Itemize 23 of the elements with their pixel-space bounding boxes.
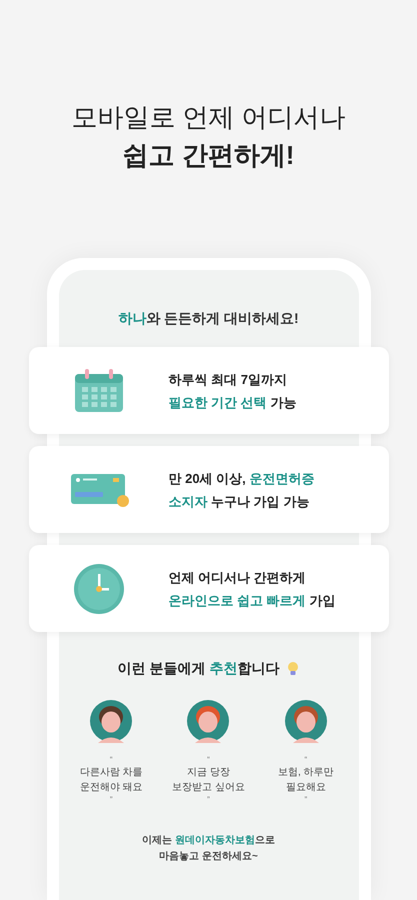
quote-mark: ” [304, 795, 308, 805]
feature-text: 언제 어디서나 간편하게 온라인으로 쉽고 빠르게 가입 [168, 568, 336, 610]
feature-text: 만 20세 이상, 운전면허증 소지자 누구나 가입 가능 [168, 470, 314, 510]
avatar [89, 699, 134, 743]
feature-text: 하루씩 최대 7일까지 필요한 기간 선택 가능 [168, 370, 296, 412]
recommend-title: 이런 분들에게 추천합니다 [118, 659, 280, 678]
persona-quote: 지금 당장 보장받고 싶어요 [172, 766, 245, 795]
clock-icon [72, 562, 124, 614]
avatar [284, 699, 328, 743]
lightbulb-icon [287, 660, 300, 676]
quote-mark: “ [207, 755, 210, 765]
persona-quote: 다른사람 차를 운전해야 돼요 [80, 766, 143, 795]
quote-mark: ” [110, 795, 112, 805]
calendar-icon [72, 368, 124, 414]
quote-mark: ” [207, 795, 210, 805]
quote-mark: “ [304, 755, 308, 765]
headline: 모바일로 언제 어디서나 쉽고 간편하게! [71, 101, 346, 172]
persona-quote: 보험, 하루만 필요해요 [278, 766, 334, 795]
credit-card-icon [68, 472, 128, 508]
tagline: 하나와 든든하게 대비하세요! [118, 309, 299, 328]
closing-text: 이제는 원데이자동차보험으로 마음놓고 운전하세요~ [142, 834, 275, 864]
avatar [186, 699, 230, 743]
quote-mark: “ [110, 755, 112, 765]
